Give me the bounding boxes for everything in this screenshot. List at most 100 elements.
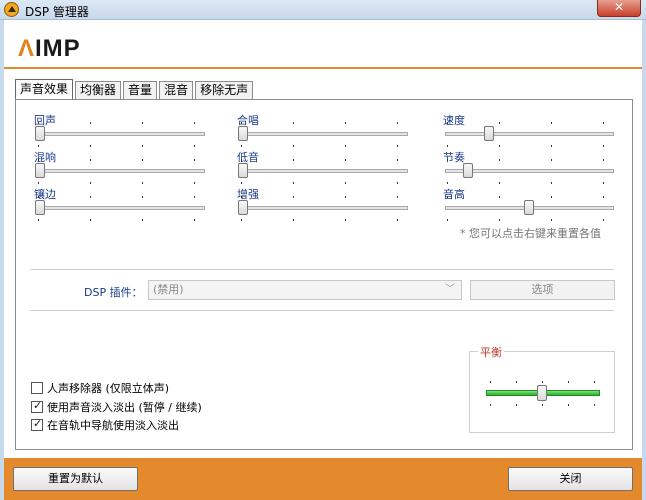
slider-tick xyxy=(447,122,448,124)
slider-tick xyxy=(551,182,552,184)
aimp-app-icon xyxy=(4,2,19,17)
slider-thumb[interactable] xyxy=(35,200,45,215)
balance-tick xyxy=(490,381,491,383)
fade-pause-option[interactable]: 使用声音淡入淡出 (暂停 / 继续) xyxy=(31,399,202,414)
slider-thumb[interactable] xyxy=(463,163,474,178)
tab-volume[interactable]: 音量 xyxy=(123,81,158,99)
slider-tick xyxy=(447,145,448,147)
slider-tick xyxy=(293,122,294,124)
slider-tick xyxy=(397,145,398,147)
header-divider xyxy=(4,67,642,69)
vocal-remover-checkbox[interactable] xyxy=(31,382,43,394)
balance-tick xyxy=(594,381,595,383)
slider-track[interactable] xyxy=(239,132,408,136)
slider-tick xyxy=(142,182,143,184)
balance-tick xyxy=(594,404,595,406)
slider-tick xyxy=(293,219,294,221)
slider-tick xyxy=(499,182,500,184)
vocal-remover-label: 人声移除器 (仅限立体声) xyxy=(47,382,170,395)
slider-tick xyxy=(499,145,500,147)
slider-label-pitch: 音高 xyxy=(443,188,465,201)
slider-track[interactable] xyxy=(36,169,205,173)
slider-tick xyxy=(142,196,143,198)
slider-tick xyxy=(499,122,500,124)
slider-tick xyxy=(345,196,346,198)
slider-flanger: 镶边 xyxy=(34,186,209,222)
slider-tick xyxy=(603,122,604,124)
dsp-plugin-label: DSP 插件： xyxy=(84,286,143,299)
window-frame-left xyxy=(0,20,4,500)
slider-track[interactable] xyxy=(239,206,408,210)
slider-tick xyxy=(194,196,195,198)
slider-label-tempo: 节奏 xyxy=(443,151,465,164)
slider-thumb[interactable] xyxy=(238,163,248,178)
slider-track[interactable] xyxy=(36,132,205,136)
tab-bar: 声音效果 均衡器 音量 混音 移除无声 xyxy=(15,79,255,99)
dsp-plugin-select[interactable]: (禁用) ﹀ xyxy=(148,280,462,300)
slider-track[interactable] xyxy=(445,132,614,136)
reset-defaults-button[interactable]: 重置为默认 xyxy=(13,467,138,491)
slider-thumb[interactable] xyxy=(35,126,45,141)
slider-tick xyxy=(241,182,242,184)
slider-tick xyxy=(90,159,91,161)
tab-silence-removal[interactable]: 移除无声 xyxy=(195,81,254,99)
close-button[interactable]: 关闭 xyxy=(508,467,633,491)
slider-tick xyxy=(241,145,242,147)
slider-tick xyxy=(38,145,39,147)
fade-navigate-checkbox[interactable] xyxy=(31,417,43,431)
balance-tick xyxy=(542,404,543,406)
slider-tick xyxy=(345,145,346,147)
slider-tick xyxy=(447,219,448,221)
aimp-logo: ΛIMP xyxy=(18,35,81,63)
fade-pause-checkbox[interactable] xyxy=(31,399,43,413)
slider-tick xyxy=(603,182,604,184)
balance-slider-thumb[interactable] xyxy=(537,385,547,401)
tab-sound-effects[interactable]: 声音效果 xyxy=(15,79,74,99)
balance-tick xyxy=(516,404,517,406)
slider-tick xyxy=(90,122,91,124)
slider-bass: 低音 xyxy=(237,149,412,185)
slider-tick xyxy=(293,182,294,184)
divider xyxy=(30,269,614,270)
slider-tick xyxy=(499,196,500,198)
slider-tick xyxy=(345,159,346,161)
slider-tick xyxy=(293,196,294,198)
slider-tick xyxy=(90,145,91,147)
slider-tick xyxy=(194,145,195,147)
title-bar: DSP 管理器 ✕ xyxy=(0,0,646,20)
vocal-remover-option[interactable]: 人声移除器 (仅限立体声) xyxy=(31,381,169,395)
window-frame-right xyxy=(642,20,646,500)
slider-tick xyxy=(241,219,242,221)
slider-tick xyxy=(603,219,604,221)
slider-thumb[interactable] xyxy=(238,200,248,215)
slider-tick xyxy=(38,182,39,184)
slider-thumb[interactable] xyxy=(35,163,45,178)
slider-track[interactable] xyxy=(36,206,205,210)
tab-equalizer[interactable]: 均衡器 xyxy=(75,81,122,99)
slider-thumb[interactable] xyxy=(484,126,494,141)
slider-enhancer: 增强 xyxy=(237,186,412,222)
logo-text: IMP xyxy=(35,35,81,62)
slider-tick xyxy=(142,145,143,147)
slider-tick xyxy=(38,122,39,124)
dsp-plugin-value: (禁用) xyxy=(153,283,184,296)
slider-tick xyxy=(345,182,346,184)
slider-tick xyxy=(142,122,143,124)
slider-tick xyxy=(345,122,346,124)
slider-tick xyxy=(142,219,143,221)
slider-tick xyxy=(90,196,91,198)
fade-navigate-option[interactable]: 在音轨中导航使用淡入淡出 xyxy=(31,417,179,432)
slider-tick xyxy=(397,219,398,221)
window-title: DSP 管理器 xyxy=(25,5,89,19)
slider-tick xyxy=(603,159,604,161)
plugin-options-button[interactable]: 选项 xyxy=(470,280,615,300)
tab-mixer[interactable]: 混音 xyxy=(159,81,194,99)
slider-thumb[interactable] xyxy=(238,126,248,141)
slider-tick xyxy=(551,159,552,161)
slider-thumb[interactable] xyxy=(524,200,534,215)
window-close-button[interactable]: ✕ xyxy=(597,0,641,17)
divider xyxy=(30,310,614,311)
slider-tick xyxy=(241,122,242,124)
slider-chorus: 合唱 xyxy=(237,112,412,148)
slider-track[interactable] xyxy=(239,169,408,173)
